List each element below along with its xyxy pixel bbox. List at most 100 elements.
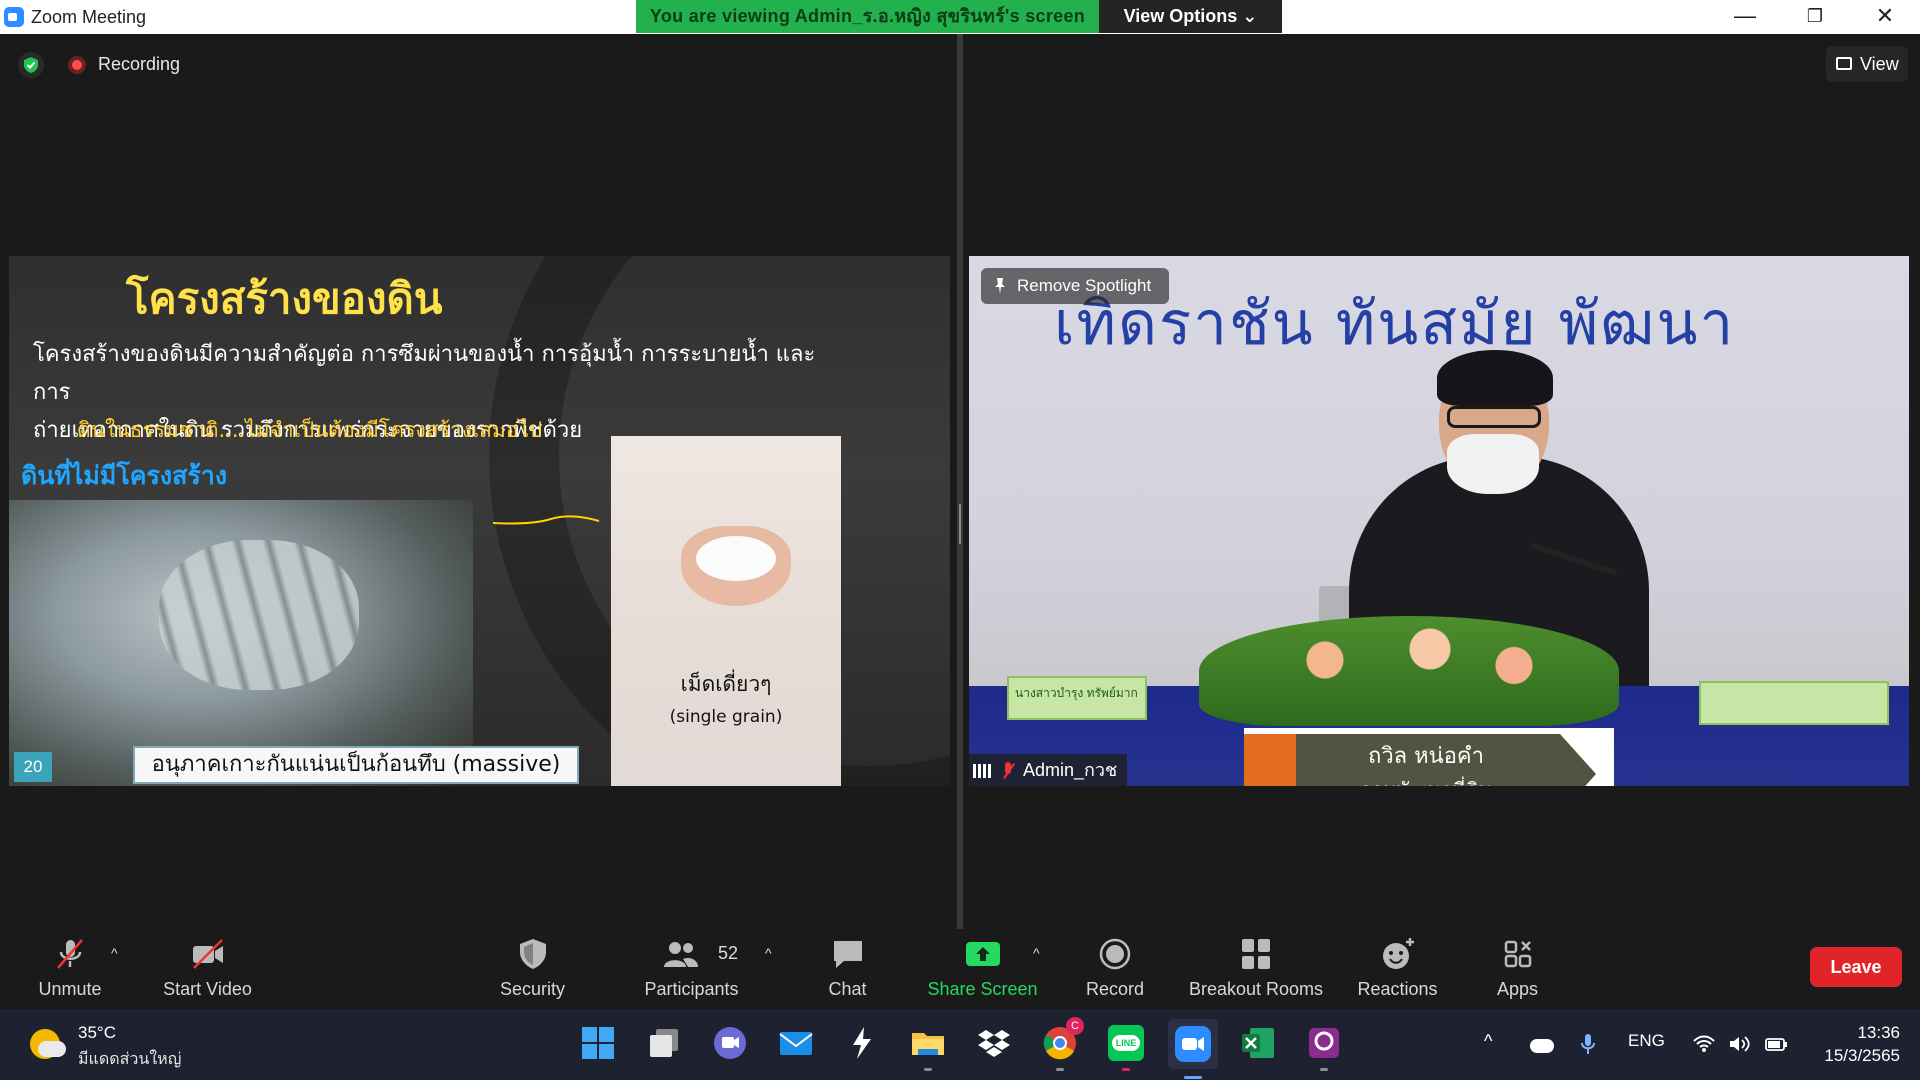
active-indicator (1184, 1076, 1202, 1079)
remove-spotlight-label: Remove Spotlight (1017, 276, 1152, 295)
massive-caption: อนุภาคเกาะกันแน่นเป็นก้อนทึบ (massive) (133, 746, 579, 784)
share-arrow-icon (965, 942, 1000, 966)
grid-icon (1242, 939, 1270, 969)
lower-third-name: ถวิล หน่อคำ (1368, 744, 1484, 769)
input-language[interactable]: ENG (1628, 1031, 1665, 1051)
pin-icon (995, 278, 1005, 294)
security-button[interactable]: Security (490, 929, 575, 1009)
weather-icon[interactable] (30, 1029, 66, 1059)
weather-description[interactable]: มีแดดส่วนใหญ่ (78, 1047, 181, 1072)
speaker-mask (1447, 434, 1539, 494)
muted-mic-icon (1001, 762, 1015, 780)
slide-body-line: โครงสร้างของดินมีความสำคัญต่อ การซึมผ่าน… (33, 342, 816, 405)
meeting-toolbar: Unmute ^ Start Video Security 52 Partici… (0, 929, 1920, 1009)
lower-third: ถวิล หน่อคำ กรมพัฒนาที่ดิน (1244, 728, 1614, 786)
minimize-button[interactable]: — (1710, 0, 1780, 34)
recording-label: Recording (98, 54, 181, 74)
record-button[interactable]: Record (1075, 929, 1155, 1009)
pane-divider[interactable] (957, 34, 963, 929)
slide-title: โครงสร้างของดิน (126, 274, 443, 323)
restore-button[interactable]: ❐ (1780, 0, 1850, 34)
participants-label: Participants (644, 979, 739, 999)
wifi-icon[interactable] (1692, 1035, 1716, 1058)
chat-button[interactable]: Chat (810, 929, 885, 1009)
record-dot-icon (68, 56, 86, 74)
unmute-label: Unmute (38, 979, 102, 999)
slide-heading: ดินที่ไม่มีโครงสร้าง (21, 461, 228, 490)
unmute-button[interactable]: Unmute (25, 929, 115, 1009)
windows-taskbar: 35°C มีแดดส่วนใหญ่ C LINE ^ ENG 13:36 15… (0, 1009, 1920, 1080)
sand-image (696, 536, 776, 581)
security-label: Security (499, 979, 566, 999)
chrome-icon[interactable]: C (1042, 1017, 1084, 1071)
meeting-area: Recording View โครงสร้างของดิน โครงสร้าง… (0, 34, 1920, 929)
signal-bars-icon (973, 764, 995, 779)
start-video-label: Start Video (163, 979, 252, 999)
slide-page-number: 20 (14, 752, 52, 782)
breakout-rooms-button[interactable]: Breakout Rooms (1185, 929, 1327, 1009)
participant-name-tag: Admin_กวช (969, 754, 1128, 786)
flower-arrangement (1199, 616, 1619, 726)
sand-caption: เม็ดเดี่ยวๆ (single grain) (663, 668, 789, 727)
zoom-taskbar-icon[interactable] (1168, 1019, 1218, 1079)
system-clock[interactable]: 13:36 15/3/2565 (1790, 1021, 1900, 1067)
line-app-icon[interactable]: LINE (1108, 1025, 1144, 1071)
chat-label: Chat (828, 979, 867, 999)
battery-icon[interactable] (1764, 1035, 1788, 1058)
participants-caret[interactable]: ^ (765, 945, 772, 961)
reactions-label: Reactions (1357, 979, 1438, 999)
excel-icon[interactable] (1240, 1025, 1276, 1061)
audio-options-caret[interactable]: ^ (111, 945, 118, 961)
title-bar: Zoom Meeting You are viewing Admin_ร.อ.ห… (0, 0, 1920, 34)
view-options-button[interactable]: View Options ⌄ (1099, 0, 1282, 33)
view-button[interactable]: View (1826, 46, 1908, 82)
lower-third-org: กรมพัฒนาที่ดิน (1296, 774, 1556, 786)
lower-third-accent (1244, 734, 1296, 786)
onedrive-cloud-icon[interactable] (1530, 1039, 1554, 1053)
sand-caption-english: (single grain) (669, 707, 783, 727)
close-button[interactable]: ✕ (1850, 0, 1920, 34)
participants-button[interactable]: 52 Participants (640, 929, 743, 1009)
share-screen-button[interactable]: Share Screen (925, 929, 1040, 1009)
remove-spotlight-button[interactable]: Remove Spotlight (981, 268, 1169, 304)
share-screen-label: Share Screen (927, 979, 1038, 999)
weather-temperature[interactable]: 35°C (78, 1023, 116, 1043)
people-icon (664, 942, 699, 967)
shield-icon (519, 939, 546, 969)
volume-icon[interactable] (1728, 1035, 1752, 1058)
start-video-button[interactable]: Start Video (150, 929, 265, 1009)
teams-chat-icon[interactable] (712, 1025, 748, 1061)
shared-screen-slide[interactable]: โครงสร้างของดิน โครงสร้างของดินมีความสำค… (9, 256, 950, 786)
mail-icon[interactable] (778, 1025, 814, 1061)
file-explorer-icon[interactable] (910, 1025, 946, 1071)
start-menu-icon[interactable] (580, 1025, 616, 1061)
pdf-app-icon[interactable] (1306, 1025, 1342, 1071)
view-grid-icon (1836, 57, 1852, 70)
speaker-hair (1437, 350, 1553, 406)
share-screen-caret[interactable]: ^ (1033, 945, 1040, 961)
video-off-icon (192, 939, 223, 969)
show-hidden-icons-chevron[interactable]: ^ (1484, 1031, 1492, 1052)
running-indicator (1122, 1068, 1130, 1071)
window-title: Zoom Meeting (31, 7, 147, 27)
nameplate-left: นางสาวบำรุง ทรัพย์มาก (1007, 676, 1147, 720)
slide-subtitle: ดินในธรรมชาติ....ไม่จำเป็นต้องมีโครงสร้า… (77, 418, 543, 442)
reactions-button[interactable]: Reactions (1350, 929, 1445, 1009)
running-indicator (924, 1068, 932, 1071)
task-view-icon[interactable] (646, 1025, 682, 1061)
speaker-video-tile[interactable]: เทิดราชัน ทันสมัย พัฒนา นางสาวบำรุง ทรัพ… (969, 256, 1909, 786)
apps-icon (1504, 940, 1531, 968)
smiley-plus-icon (1382, 938, 1414, 969)
leave-button[interactable]: Leave (1810, 947, 1902, 987)
microphone-icon[interactable] (1580, 1033, 1596, 1060)
encryption-shield-icon[interactable] (18, 52, 44, 78)
app-bolt-icon[interactable] (844, 1025, 880, 1061)
record-label: Record (1085, 979, 1145, 999)
dropbox-icon[interactable] (976, 1025, 1012, 1061)
clock-time: 13:36 (1857, 1023, 1900, 1042)
chrome-profile-badge: C (1066, 1017, 1084, 1035)
apps-button[interactable]: Apps (1480, 929, 1555, 1009)
zoom-logo-icon (4, 7, 24, 27)
clock-date: 15/3/2565 (1824, 1046, 1900, 1065)
participant-name: Admin_กวช (1023, 760, 1118, 780)
